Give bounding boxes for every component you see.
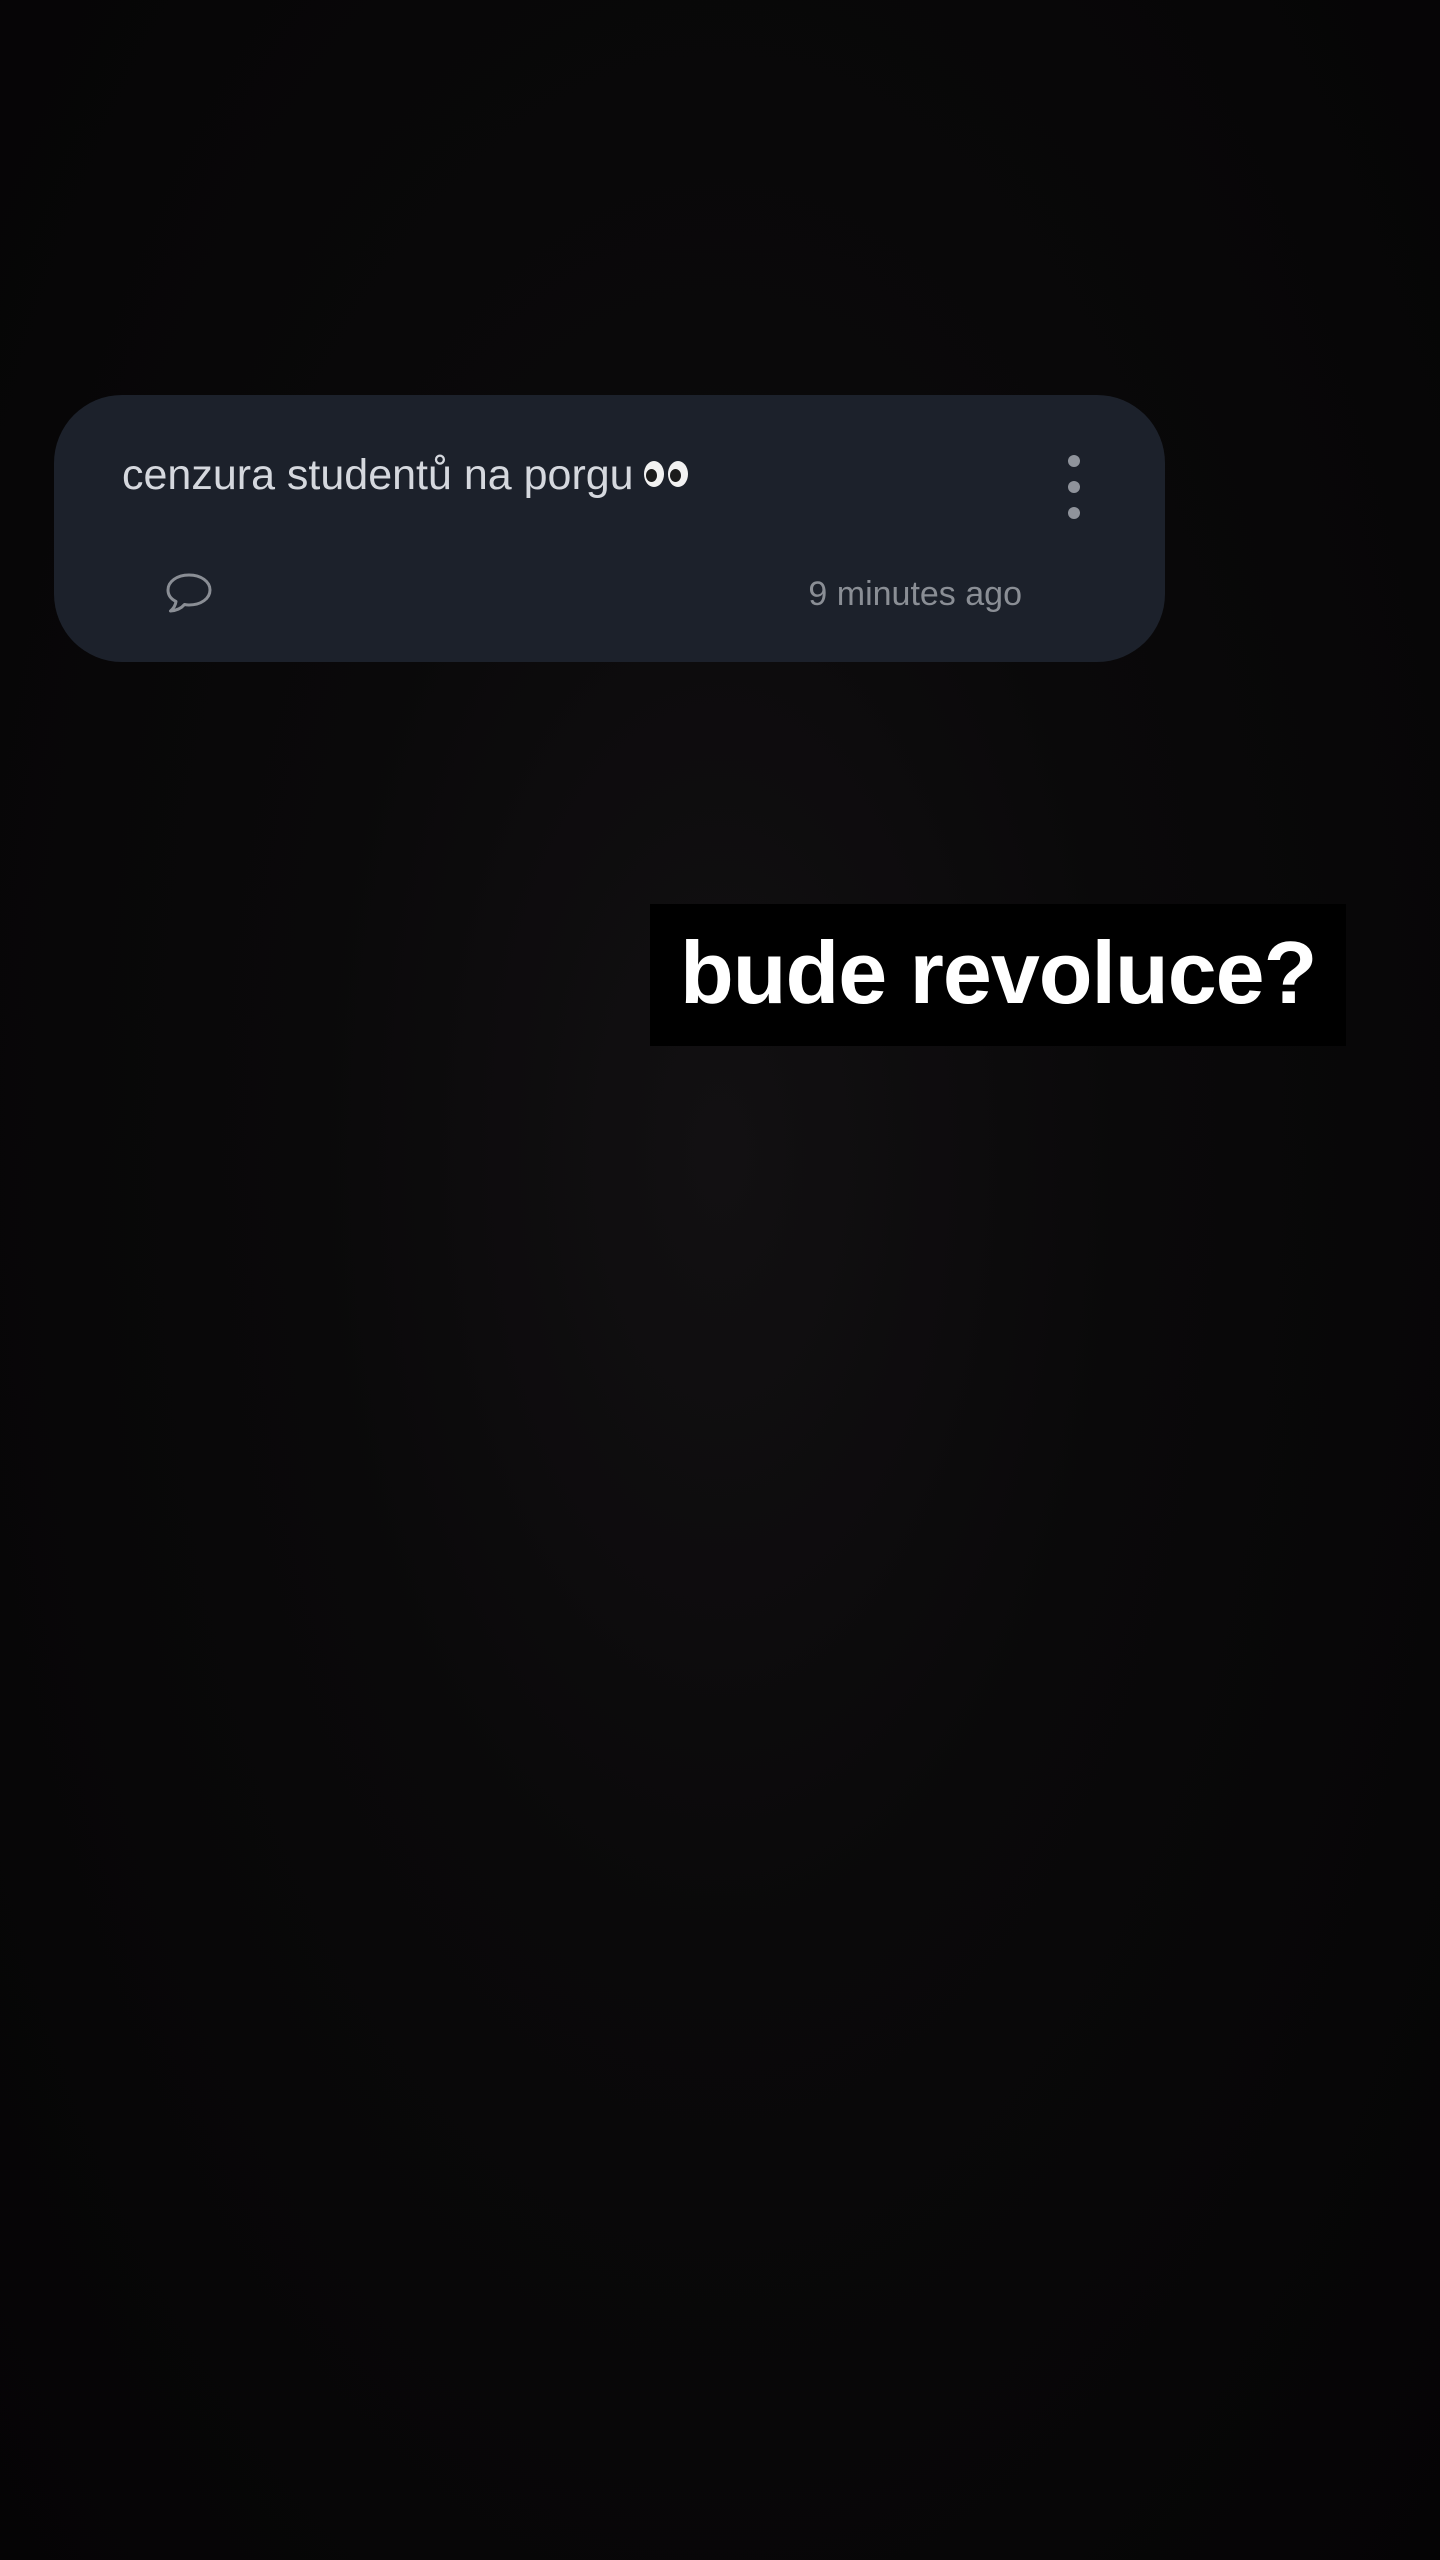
more-vertical-icon-dot xyxy=(1068,481,1080,493)
more-options-button[interactable] xyxy=(1054,455,1094,519)
speech-bubble-icon xyxy=(166,573,212,613)
post-text: cenzura studentů na porgu xyxy=(122,451,634,499)
story-screen: { "post": { "text": "cenzura studentů na… xyxy=(0,0,1440,2560)
more-vertical-icon xyxy=(1068,455,1080,467)
more-vertical-icon-dot xyxy=(1068,507,1080,519)
post-card[interactable]: cenzura studentů na porgu 9 minutes ago xyxy=(54,395,1165,662)
story-text-overlay[interactable]: bude revoluce? xyxy=(650,904,1347,1046)
post-text-line: cenzura studentů na porgu xyxy=(122,451,688,500)
eyes-emoji-icon xyxy=(643,460,688,487)
post-timestamp: 9 minutes ago xyxy=(808,575,1022,613)
comment-button[interactable] xyxy=(164,571,214,615)
